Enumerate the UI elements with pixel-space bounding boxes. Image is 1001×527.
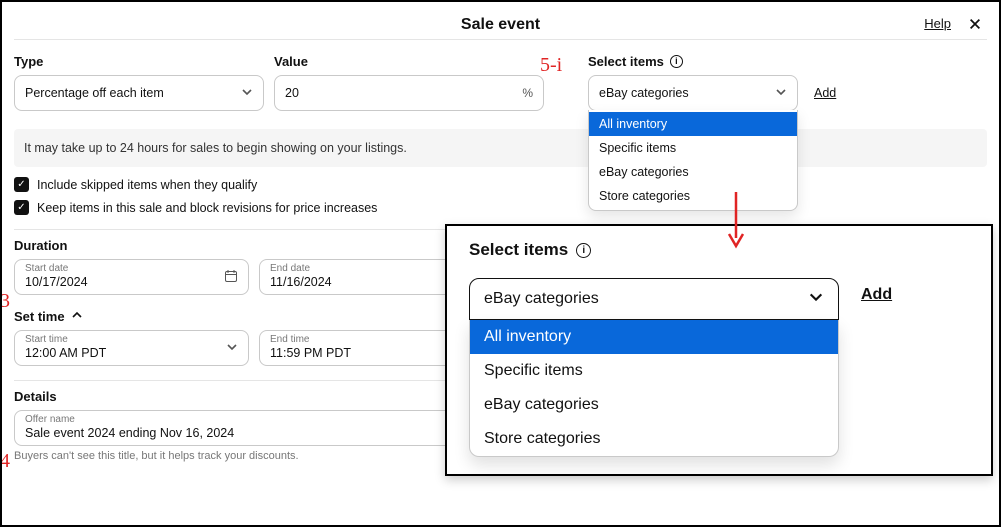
annotation-4: 4 [0,450,10,473]
start-date-label: Start date [25,263,68,274]
option-store-categories[interactable]: Store categories [589,184,797,208]
chevron-down-icon [775,86,787,101]
overlay-option-ebay-categories[interactable]: eBay categories [470,388,838,422]
end-time-value: 11:59 PM PDT [270,346,351,360]
overlay-select-items-dropdown[interactable]: eBay categories [469,278,839,320]
overlay-select-popup: All inventory Specific items eBay catego… [469,320,839,457]
offer-name-label: Offer name [25,414,75,425]
include-skipped-checkbox-row[interactable]: ✓ Include skipped items when they qualif… [14,177,987,192]
modal-header: Sale event Help [14,10,987,40]
add-items-link[interactable]: Add [814,86,836,100]
help-link[interactable]: Help [924,16,951,31]
chevron-down-icon [241,86,253,101]
value-label: Value [274,54,544,69]
chevron-down-icon [808,289,824,310]
checkbox-checked-icon: ✓ [14,177,29,192]
overlay-title: Select items i [469,240,973,260]
select-items-dropdown[interactable]: eBay categories [588,75,798,111]
calendar-icon [224,269,238,286]
overlay-option-all-inventory[interactable]: All inventory [470,320,838,354]
offer-name-value: Sale event 2024 ending Nov 16, 2024 [25,426,234,440]
start-time-value: 12:00 AM PDT [25,346,106,360]
info-icon[interactable]: i [670,55,683,68]
info-icon[interactable]: i [576,243,591,258]
start-date-input[interactable]: Start date 10/17/2024 [14,259,249,295]
info-banner: It may take up to 24 hours for sales to … [14,129,987,167]
annotation-5i: 5-i [540,54,562,77]
checkbox-checked-icon: ✓ [14,200,29,215]
block-revisions-checkbox-row[interactable]: ✓ Keep items in this sale and block revi… [14,200,987,215]
chevron-down-icon [226,341,238,356]
select-items-label: Select items i [588,54,836,69]
annotation-3: 3 [0,290,10,313]
offer-helper-text: Buyers can't see this title, but it help… [14,450,299,462]
start-date-value: 10/17/2024 [25,275,88,289]
overlay-select-value: eBay categories [484,290,599,308]
end-date-value: 11/16/2024 [270,275,332,289]
value-input[interactable]: 20 % [274,75,544,111]
page-title: Sale event [461,16,540,34]
end-date-label: End date [270,263,310,274]
option-all-inventory[interactable]: All inventory [589,112,797,136]
option-specific-items[interactable]: Specific items [589,136,797,160]
select-items-value: eBay categories [599,86,689,100]
value-value: 20 [285,86,299,100]
block-revisions-label: Keep items in this sale and block revisi… [37,201,377,215]
overlay-option-specific-items[interactable]: Specific items [470,354,838,388]
end-time-label: End time [270,334,309,345]
start-time-label: Start time [25,334,68,345]
start-time-input[interactable]: Start time 12:00 AM PDT [14,330,249,366]
close-icon[interactable] [963,12,987,36]
value-suffix: % [522,86,533,100]
type-select[interactable]: Percentage off each item [14,75,264,111]
select-items-popup: All inventory Specific items eBay catego… [588,110,798,211]
overlay-add-link[interactable]: Add [861,278,892,304]
chevron-up-icon [71,309,83,324]
overlay-option-store-categories[interactable]: Store categories [470,422,838,456]
option-ebay-categories[interactable]: eBay categories [589,160,797,184]
zoom-overlay: Select items i eBay categories All inven… [445,224,993,476]
type-label: Type [14,54,264,69]
type-value: Percentage off each item [25,86,164,100]
include-skipped-label: Include skipped items when they qualify [37,178,257,192]
arrow-down-icon [726,190,746,250]
